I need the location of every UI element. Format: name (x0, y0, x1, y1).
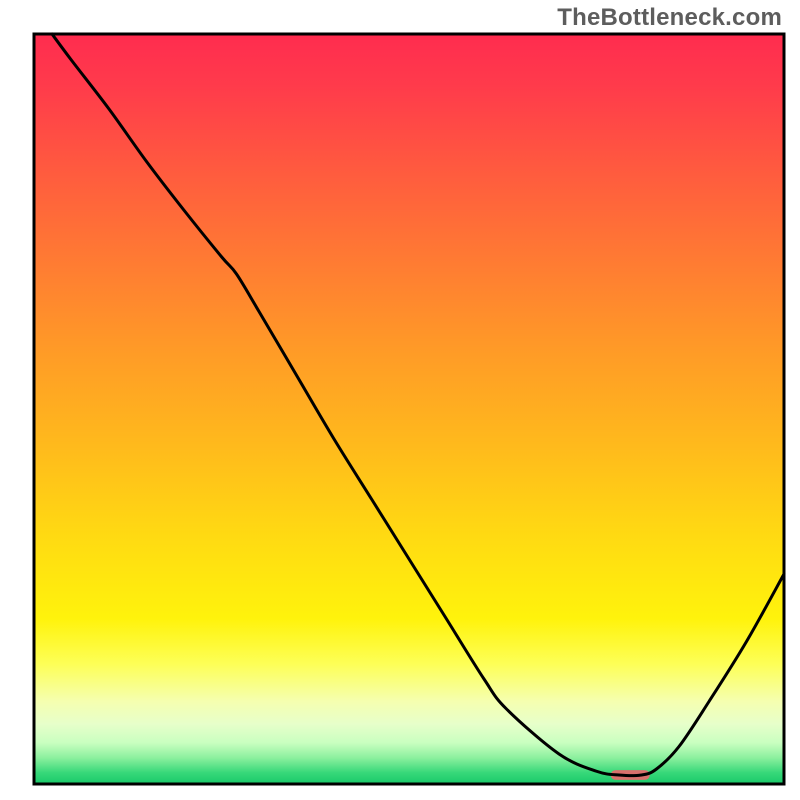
chart-container: TheBottleneck.com (0, 0, 800, 800)
watermark-text: TheBottleneck.com (557, 4, 782, 32)
plot-background (34, 34, 784, 784)
bottleneck-chart (0, 0, 800, 800)
